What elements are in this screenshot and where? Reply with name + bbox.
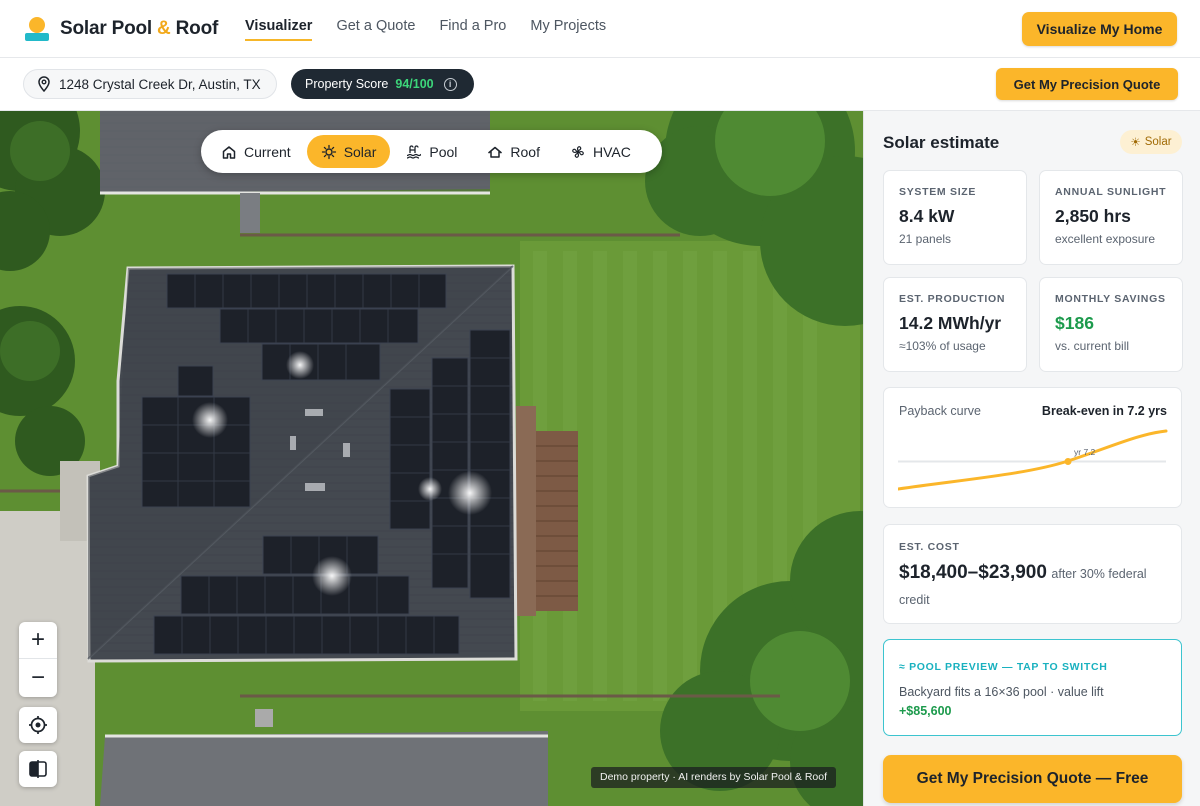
zoom-controls: + − — [19, 622, 57, 697]
mode-tab-label: HVAC — [592, 143, 631, 160]
sun-icon — [321, 144, 336, 159]
zoom-in-button[interactable]: + — [19, 622, 57, 659]
stat-value: 8.4 kW — [899, 206, 955, 226]
aerial-map[interactable]: Current Solar Pool Roof HVAC + − Demo pr… — [0, 111, 863, 806]
est-cost-card: EST. COST $18,400–$23,900 after 30% fede… — [883, 524, 1182, 624]
property-score-badge[interactable]: Property Score 94/100 i — [291, 69, 474, 99]
cost-value: $18,400–$23,900 — [899, 562, 1047, 583]
get-precision-quote-button[interactable]: Get My Precision Quote — [996, 68, 1178, 100]
stat-label: SYSTEM SIZE — [899, 186, 977, 198]
visualize-my-home-button[interactable]: Visualize My Home — [1022, 12, 1177, 46]
top-navigation: Solar Pool & Roof Visualizer Get a Quote… — [0, 0, 1200, 58]
pool-icon — [407, 144, 422, 159]
mode-tab-label: Roof — [510, 143, 540, 160]
mode-tab-pool[interactable]: Pool — [392, 135, 471, 168]
stat-label: MONTHLY SAVINGS — [1055, 293, 1166, 305]
get-precision-quote-free-button[interactable]: Get My Precision Quote — Free — [883, 755, 1182, 803]
cost-label: EST. COST — [899, 541, 960, 553]
split-compare-icon — [29, 760, 47, 778]
brand-name: Solar Pool & Roof — [60, 18, 219, 39]
breakeven-marker-label: yr 7.2 — [1074, 447, 1096, 457]
mode-tab-label: Solar — [343, 143, 377, 160]
mode-tab-label: Current — [244, 143, 291, 160]
stat-sub: 21 panels — [899, 232, 952, 246]
stat-sub: ≈103% of usage — [899, 339, 986, 353]
aerial-property-image — [0, 111, 863, 806]
stat-value: 14.2 MWh/yr — [899, 313, 1002, 333]
stat-card-system-size: SYSTEM SIZE 8.4 kW 21 panels — [883, 170, 1027, 265]
compare-view-button[interactable] — [19, 751, 57, 787]
stat-card-annual-sunlight: ANNUAL SUNLIGHT 2,850 hrs excellent expo… — [1039, 170, 1183, 265]
locate-button[interactable] — [19, 707, 57, 743]
pool-preview-text: Backyard fits a 16×36 pool · value lift — [899, 685, 1104, 699]
mode-tab-roof[interactable]: Roof — [473, 135, 554, 168]
stat-card-monthly-savings: MONTHLY SAVINGS $186 vs. current bill — [1039, 277, 1183, 372]
estimate-panel: Solar estimate ☀ Solar SYSTEM SIZE 8.4 kW… — [863, 111, 1200, 806]
stat-label: EST. PRODUCTION — [899, 293, 1006, 305]
pool-preview-heading: ≈ POOL PREVIEW — TAP TO SWITCH — [899, 661, 1108, 673]
nav-link-visualizer[interactable]: Visualizer — [245, 18, 313, 41]
mode-tab-current[interactable]: Current — [207, 135, 305, 168]
mode-tab-solar[interactable]: Solar — [306, 135, 391, 168]
payback-curve-card: Payback curve Break-even in 7.2 yrs yr 7… — [883, 387, 1182, 508]
image-credit: Demo property · AI renders by Solar Pool… — [591, 767, 837, 788]
stat-label: ANNUAL SUNLIGHT — [1055, 186, 1167, 198]
home-icon — [222, 145, 236, 159]
sun-over-water-logo — [24, 16, 50, 42]
stat-value: 2,850 hrs — [1055, 206, 1131, 226]
stat-sub: vs. current bill — [1055, 339, 1130, 353]
property-score-value: 94/100 — [395, 77, 434, 91]
stat-sub: excellent exposure — [1055, 232, 1156, 246]
nav-link-get-a-quote[interactable]: Get a Quote — [336, 18, 415, 41]
fan-icon — [572, 145, 584, 158]
property-score-label: Property Score — [305, 77, 389, 91]
pool-value-lift: +$85,600 — [899, 704, 952, 718]
crosshair-icon — [29, 716, 47, 734]
pool-preview-card[interactable]: ≈ POOL PREVIEW — TAP TO SWITCH Backyard … — [883, 639, 1182, 736]
mode-tab-label: Pool — [429, 143, 458, 160]
payback-curve-chart: yr 7.2 — [898, 429, 1168, 491]
info-icon[interactable]: i — [443, 77, 457, 91]
payback-label: Payback curve — [899, 404, 981, 418]
address-text: 1248 Crystal Creek Dr, Austin, TX — [59, 76, 261, 92]
map-pin-icon — [38, 76, 50, 92]
zoom-out-button[interactable]: − — [19, 659, 57, 696]
roof-icon — [488, 146, 503, 158]
payback-curve-line — [898, 429, 1168, 491]
solar-tag-label: Solar — [1144, 136, 1172, 148]
breakeven-marker — [1064, 458, 1072, 465]
main-nav: Visualizer Get a Quote Find a Pro My Pro… — [245, 18, 606, 41]
breakeven-text: Break-even in 7.2 yrs — [1041, 404, 1167, 418]
visualizer-mode-selector: Current Solar Pool Roof HVAC — [201, 130, 662, 173]
stat-card-est-production: EST. PRODUCTION 14.2 MWh/yr ≈103% of usa… — [883, 277, 1027, 372]
nav-link-my-projects[interactable]: My Projects — [530, 18, 606, 41]
nav-link-find-a-pro[interactable]: Find a Pro — [439, 18, 506, 41]
mode-tab-hvac[interactable]: HVAC — [556, 135, 645, 168]
brand[interactable]: Solar Pool & Roof — [24, 16, 218, 42]
solar-tag: ☀ Solar — [1120, 130, 1182, 154]
stat-value: $186 — [1055, 313, 1094, 333]
property-bar: 1248 Crystal Creek Dr, Austin, TX Proper… — [0, 58, 1200, 111]
panel-title: Solar estimate — [883, 133, 1000, 152]
sun-icon: ☀ — [1130, 137, 1141, 149]
address-chip[interactable]: 1248 Crystal Creek Dr, Austin, TX — [23, 69, 277, 99]
